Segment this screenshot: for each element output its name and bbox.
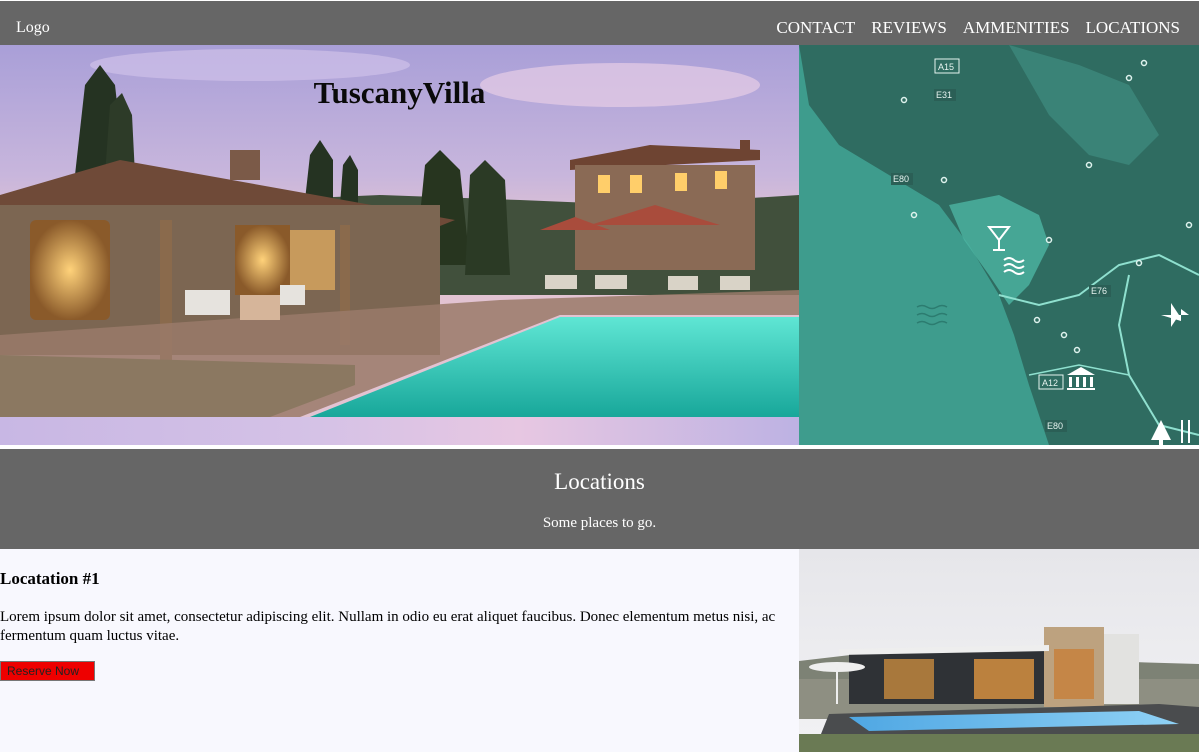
hero-title: TuscanyVilla xyxy=(313,75,486,110)
locations-subtitle: Some places to go. xyxy=(542,515,657,531)
map-label-e80: E80 xyxy=(893,174,909,184)
nav-link-reviews[interactable]: REVIEWS xyxy=(871,18,947,38)
hero-sky-strip xyxy=(0,417,799,445)
map-label-a15: A15 xyxy=(938,62,954,72)
nav-link-ammenities[interactable]: AMMENITIES xyxy=(963,18,1070,38)
tuscany-map-image: A15 E31 E80 E76 A12 E80 xyxy=(799,45,1199,445)
map-label-a12: A12 xyxy=(1042,378,1058,388)
nav-link-contact[interactable]: CONTACT xyxy=(776,18,855,38)
modern-house-image xyxy=(799,549,1199,752)
locations-title: Locations xyxy=(554,469,645,494)
location-card: Locatation #1 Lorem ipsum dolor sit amet… xyxy=(0,549,799,752)
nav-link-locations[interactable]: LOCATIONS xyxy=(1086,18,1180,38)
map-label-e80-south: E80 xyxy=(1047,421,1063,431)
location-heading: Locatation #1 xyxy=(0,569,100,588)
location-description: Lorem ipsum dolor sit amet, consectetur … xyxy=(0,609,776,644)
nav-links: CONTACT REVIEWS AMMENITIES LOCATIONS xyxy=(776,18,1180,38)
map-label-e76: E76 xyxy=(1091,286,1107,296)
hero-villa-image: TuscanyVilla xyxy=(0,45,799,445)
house-photo xyxy=(799,549,1199,752)
map-label-e31: E31 xyxy=(936,90,952,100)
reserve-now-button[interactable]: Reserve Now xyxy=(0,661,95,681)
locations-section-header: Locations Some places to go. xyxy=(0,449,1199,549)
top-nav-bar: Logo CONTACT REVIEWS AMMENITIES LOCATION… xyxy=(0,1,1199,45)
logo-link[interactable]: Logo xyxy=(16,18,50,38)
map-graphic: A15 E31 E80 E76 A12 E80 xyxy=(799,45,1199,445)
